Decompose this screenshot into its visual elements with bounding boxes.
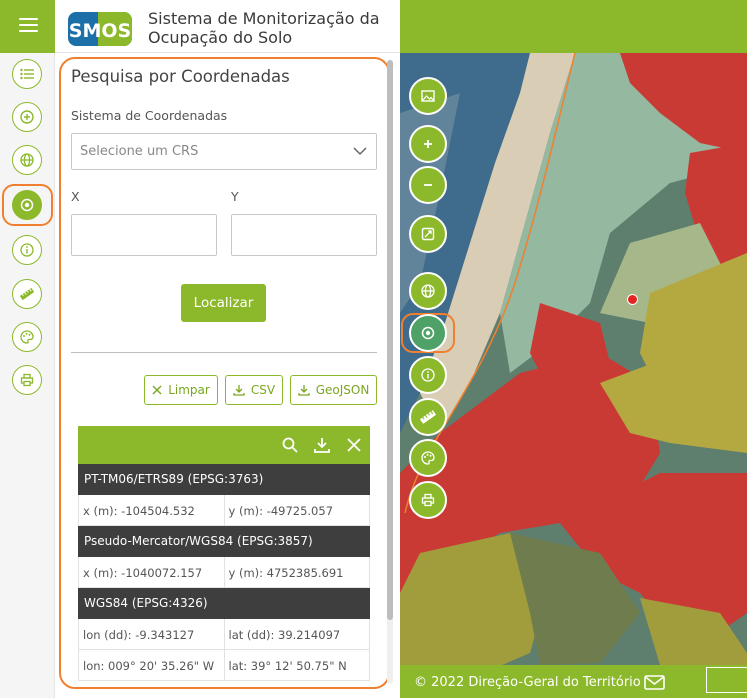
x-input[interactable] bbox=[71, 214, 217, 256]
search-icon[interactable] bbox=[282, 437, 298, 453]
map-print-button[interactable] bbox=[409, 481, 447, 519]
map-layers-button[interactable] bbox=[409, 77, 447, 115]
mail-icon[interactable] bbox=[644, 675, 665, 690]
print-icon bbox=[421, 493, 435, 507]
ruler-icon bbox=[19, 287, 35, 301]
section-header: WGS84 (EPSG:4326) bbox=[78, 588, 370, 619]
clear-button[interactable]: Limpar bbox=[144, 375, 218, 405]
close-icon[interactable] bbox=[346, 437, 362, 453]
section-header: PT-TM06/ETRS89 (EPSG:3763) bbox=[78, 464, 370, 495]
section-header: Pseudo-Mercator/WGS84 (EPSG:3857) bbox=[78, 526, 370, 557]
location-marker bbox=[627, 294, 638, 305]
chevron-down-icon bbox=[353, 147, 367, 156]
results-header bbox=[78, 426, 370, 464]
globe-icon bbox=[421, 284, 435, 298]
export-csv-button[interactable]: CSV bbox=[225, 375, 283, 405]
map-basemap-button[interactable] bbox=[409, 272, 447, 310]
x-value: x (m): -104504.532 bbox=[83, 504, 195, 518]
map-footer: © 2022 Direção-Geral do Território bbox=[400, 665, 747, 698]
app-title-line1: Sistema de Monitorização da bbox=[148, 9, 380, 28]
zoom-in-button[interactable] bbox=[409, 125, 447, 163]
palette-icon bbox=[20, 330, 34, 344]
lon-value: lon: 009° 20' 35.26" W bbox=[83, 659, 215, 673]
app-title-line2: Ocupação do Solo bbox=[148, 28, 293, 47]
crs-select[interactable]: Selecione um CRS bbox=[71, 133, 377, 170]
download-icon bbox=[233, 385, 245, 396]
x-label: X bbox=[71, 189, 80, 204]
svg-text:SMOS: SMOS bbox=[69, 20, 131, 42]
print-button[interactable] bbox=[12, 365, 42, 395]
panel-divider bbox=[71, 352, 377, 353]
app-title: Sistema de Monitorização da Ocupação do … bbox=[148, 9, 398, 47]
map-coordinate-button[interactable] bbox=[409, 314, 447, 352]
panel-scrollbar-thumb[interactable] bbox=[387, 60, 393, 620]
image-icon bbox=[421, 90, 435, 102]
table-row: x (m): -1040072.157 y (m): 4752385.691 bbox=[78, 557, 370, 588]
info-icon bbox=[421, 368, 435, 382]
table-row: lon: 009° 20' 35.26" W lat: 39° 12' 50.7… bbox=[78, 650, 370, 681]
lat-value: lat (dd): 39.214097 bbox=[223, 619, 370, 649]
locate-button[interactable]: Localizar bbox=[181, 284, 266, 322]
crs-label: Sistema de Coordenadas bbox=[71, 108, 228, 123]
add-layer-button[interactable] bbox=[12, 102, 42, 132]
extent-icon bbox=[421, 227, 435, 241]
palette-icon bbox=[421, 451, 435, 465]
ruler-icon bbox=[419, 410, 437, 424]
info-icon bbox=[20, 243, 34, 257]
zoom-out-button[interactable] bbox=[409, 166, 447, 204]
hamburger-menu-icon[interactable] bbox=[19, 17, 38, 33]
table-row: lon (dd): -9.343127 lat (dd): 39.214097 bbox=[78, 619, 370, 650]
x-value: x (m): -1040072.157 bbox=[83, 566, 203, 580]
lat-value: lat: 39° 12' 50.75" N bbox=[223, 650, 370, 680]
footer-panel-edge bbox=[706, 667, 747, 693]
zoom-out-icon bbox=[424, 184, 432, 186]
panel-title: Pesquisa por Coordenadas bbox=[71, 67, 290, 86]
close-icon bbox=[152, 385, 162, 395]
y-label: Y bbox=[231, 189, 239, 204]
menu-bar bbox=[0, 0, 55, 53]
export-csv-label: CSV bbox=[250, 383, 276, 397]
print-icon bbox=[20, 373, 34, 387]
y-value: y (m): 4752385.691 bbox=[223, 557, 370, 587]
y-value: y (m): -49725.057 bbox=[223, 495, 370, 525]
results-table: PT-TM06/ETRS89 (EPSG:3763) x (m): -10450… bbox=[78, 464, 370, 681]
download-icon bbox=[298, 385, 310, 396]
layers-list-button[interactable] bbox=[12, 59, 42, 89]
download-icon[interactable] bbox=[314, 437, 330, 453]
globe-icon bbox=[20, 153, 34, 167]
target-icon bbox=[421, 326, 435, 340]
clear-button-label: Limpar bbox=[168, 383, 210, 397]
table-row: x (m): -104504.532 y (m): -49725.057 bbox=[78, 495, 370, 526]
full-extent-button[interactable] bbox=[409, 215, 447, 253]
zoom-in-icon bbox=[424, 140, 432, 148]
lon-value: lon (dd): -9.343127 bbox=[83, 628, 195, 642]
symbology-button[interactable] bbox=[12, 322, 42, 352]
export-geojson-button[interactable]: GeoJSON bbox=[290, 375, 377, 405]
map-info-button[interactable] bbox=[409, 356, 447, 394]
y-input[interactable] bbox=[231, 214, 377, 256]
export-geojson-label: GeoJSON bbox=[315, 383, 370, 397]
map-header-bar bbox=[400, 0, 747, 53]
plus-circle-icon bbox=[20, 110, 34, 124]
map-symbology-button[interactable] bbox=[409, 439, 447, 477]
map-imagery bbox=[400, 53, 747, 698]
crs-select-value: Selecione um CRS bbox=[80, 144, 199, 159]
info-button[interactable] bbox=[12, 235, 42, 265]
copyright-text: © 2022 Direção-Geral do Território bbox=[414, 675, 641, 690]
measure-button[interactable] bbox=[12, 279, 42, 309]
coordinate-search-button[interactable] bbox=[12, 190, 42, 220]
map-measure-button[interactable] bbox=[409, 398, 447, 436]
target-icon bbox=[20, 198, 34, 212]
basemap-button[interactable] bbox=[12, 145, 42, 175]
list-icon bbox=[20, 68, 34, 80]
map-view[interactable] bbox=[400, 53, 747, 698]
smos-logo: SMOS bbox=[67, 9, 133, 49]
